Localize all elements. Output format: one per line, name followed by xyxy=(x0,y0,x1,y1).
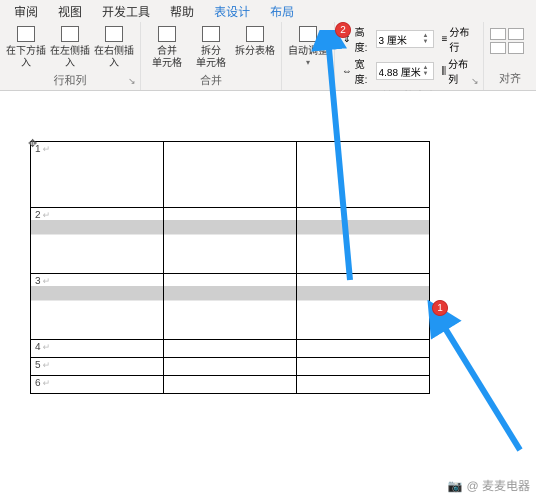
ribbon: 审阅 视图 开发工具 帮助 表设计 布局 在下方插入 在左侧插入 在右侧插入 xyxy=(0,0,536,91)
cell-size-launcher-icon[interactable]: ↘ xyxy=(471,76,481,86)
height-label: 高度: xyxy=(355,24,374,54)
cell[interactable] xyxy=(164,358,297,376)
chevron-down-icon: ▾ xyxy=(306,58,310,67)
group-cell-size: ⇕ 高度: ▲▼ ⇔ 宽度: ▲▼ xyxy=(335,22,484,90)
tab-view[interactable]: 视图 xyxy=(48,1,92,22)
table-row: 3 xyxy=(31,274,430,340)
watermark: 📷 @ 麦麦电器 xyxy=(448,477,530,494)
insert-left-button[interactable]: 在左侧插入 xyxy=(50,24,90,70)
table-row: 6 xyxy=(31,376,430,394)
row-height-icon: ⇕ xyxy=(341,32,353,46)
group-merge: 合并 单元格 拆分 单元格 拆分表格 合并 xyxy=(141,22,282,90)
group-align: 对齐 xyxy=(484,22,536,90)
cell[interactable] xyxy=(297,274,430,340)
cell[interactable] xyxy=(164,208,297,274)
table-row: 4 xyxy=(31,340,430,358)
cell[interactable] xyxy=(297,340,430,358)
cell[interactable] xyxy=(297,208,430,274)
distribute-cols-icon: ⫼ xyxy=(442,66,447,77)
group-align-label: 对齐 xyxy=(490,68,530,90)
group-autofit-spacer xyxy=(288,72,328,90)
insert-left-icon xyxy=(60,24,80,44)
insert-below-label: 在下方插入 xyxy=(6,46,46,70)
height-spinner[interactable]: ▲▼ xyxy=(376,30,434,48)
cell[interactable] xyxy=(164,340,297,358)
cell[interactable] xyxy=(164,376,297,394)
insert-right-icon xyxy=(104,24,124,44)
split-table-label: 拆分表格 xyxy=(235,46,275,58)
cell[interactable]: 5 xyxy=(31,358,164,376)
watermark-icon: 📷 xyxy=(448,479,463,493)
group-rows-cols: 在下方插入 在左侧插入 在右侧插入 行和列 ↘ xyxy=(0,22,141,90)
watermark-text: @ 麦麦电器 xyxy=(466,477,530,494)
spinner-arrows[interactable]: ▲▼ xyxy=(423,65,433,77)
split-table-button[interactable]: 拆分表格 xyxy=(235,24,275,58)
split-cells-label: 拆分 单元格 xyxy=(191,46,231,70)
distribute-rows-icon: ≡ xyxy=(442,34,448,45)
autofit-button[interactable]: 自动调整 ▾ xyxy=(288,24,328,67)
spinner-arrows[interactable]: ▲▼ xyxy=(423,33,433,45)
group-merge-label: 合并 xyxy=(147,70,275,92)
insert-right-label: 在右侧插入 xyxy=(94,46,134,70)
table-row: 2 xyxy=(31,208,430,274)
split-cells-button[interactable]: 拆分 单元格 xyxy=(191,24,231,70)
cell[interactable] xyxy=(297,376,430,394)
autofit-icon xyxy=(298,24,318,44)
cell[interactable] xyxy=(164,142,297,208)
insert-left-label: 在左侧插入 xyxy=(50,46,90,70)
width-input[interactable] xyxy=(377,66,423,77)
word-table[interactable]: 1 2 3 4 5 6 xyxy=(30,141,430,394)
distribute-rows-label: 分布行 xyxy=(449,24,477,54)
cell[interactable]: 1 xyxy=(31,142,164,208)
col-width-icon: ⇔ xyxy=(341,64,353,78)
tab-help[interactable]: 帮助 xyxy=(160,1,204,22)
split-cells-icon xyxy=(201,24,221,44)
cell[interactable]: 3 xyxy=(31,274,164,340)
cell[interactable] xyxy=(297,142,430,208)
cell[interactable] xyxy=(297,358,430,376)
document-area[interactable]: ✥ 1 2 3 4 5 6 xyxy=(0,91,536,394)
insert-below-button[interactable]: 在下方插入 xyxy=(6,24,46,70)
width-label: 宽度: xyxy=(355,56,374,86)
cell[interactable]: 6 xyxy=(31,376,164,394)
insert-below-icon xyxy=(16,24,36,44)
cell[interactable]: 4 xyxy=(31,340,164,358)
cell[interactable] xyxy=(164,274,297,340)
height-input[interactable] xyxy=(377,34,423,45)
width-spinner[interactable]: ▲▼ xyxy=(376,62,434,80)
ribbon-tabs: 审阅 视图 开发工具 帮助 表设计 布局 xyxy=(0,0,536,20)
tab-review[interactable]: 审阅 xyxy=(4,1,48,22)
tab-layout[interactable]: 布局 xyxy=(260,1,304,22)
group-autofit-wrap: 自动调整 ▾ xyxy=(282,22,335,90)
table-row: 5 xyxy=(31,358,430,376)
merge-cells-button[interactable]: 合并 单元格 xyxy=(147,24,187,70)
distribute-rows-button[interactable]: ≡ 分布行 xyxy=(442,24,477,54)
autofit-label: 自动调整 xyxy=(288,46,328,58)
group-rows-cols-label: 行和列 xyxy=(6,70,134,92)
split-table-icon xyxy=(245,24,265,44)
table-row: 1 xyxy=(31,142,430,208)
tab-table-design[interactable]: 表设计 xyxy=(204,1,260,22)
merge-cells-label: 合并 单元格 xyxy=(147,46,187,70)
ribbon-groups: 在下方插入 在左侧插入 在右侧插入 行和列 ↘ 合并 单元格 xyxy=(0,20,536,90)
align-buttons[interactable] xyxy=(490,24,530,54)
tab-devtools[interactable]: 开发工具 xyxy=(92,1,160,22)
merge-cells-icon xyxy=(157,24,177,44)
rows-cols-launcher-icon[interactable]: ↘ xyxy=(128,76,138,86)
cell[interactable]: 2 xyxy=(31,208,164,274)
insert-right-button[interactable]: 在右侧插入 xyxy=(94,24,134,70)
